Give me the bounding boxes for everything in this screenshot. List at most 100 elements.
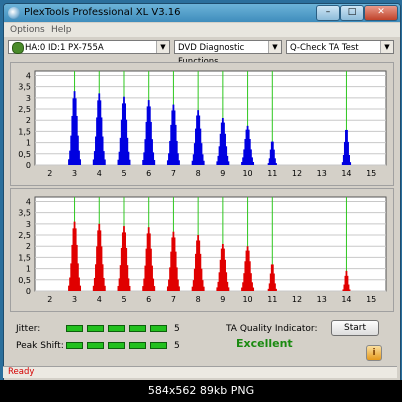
peak-shift-label: Peak Shift: — [16, 341, 64, 351]
histogram-bar — [227, 161, 230, 165]
histogram-bar — [275, 163, 277, 165]
x-tick-label: 15 — [366, 169, 376, 178]
histogram-bar — [348, 289, 351, 291]
y-tick-label: 0,5 — [18, 276, 31, 285]
maximize-button[interactable]: □ — [340, 5, 364, 21]
jitter-histogram-lower: 0 0,5 1 1,5 2 2,5 3 3,5 4 2 3 4 5 6 7 8 9 10 11 12 13 14 15 — [10, 188, 394, 312]
jitter-histogram-upper: 0 0,5 1 1,5 2 2,5 3 3,5 4 2 3 4 5 6 7 8 9 10 11 12 13 14 15 — [10, 62, 394, 186]
app-window: PlexTools Professional XL V3.16 – □ ✕ Op… — [3, 3, 401, 381]
y-tick-label: 2,5 — [18, 105, 31, 114]
x-tick-label: 13 — [317, 169, 327, 178]
function-select[interactable]: DVD Diagnostic Functions ▼ — [174, 40, 282, 67]
histogram-bar — [252, 161, 255, 165]
meter-segment — [87, 342, 104, 349]
status-text: Ready — [8, 367, 35, 377]
drive-icon — [12, 42, 24, 54]
histogram-bar — [275, 288, 277, 291]
meter-segment — [129, 325, 146, 332]
drive-select-value: HA:0 ID:1 PX-755A — [25, 43, 104, 53]
x-tick-label: 6 — [146, 295, 151, 304]
x-tick-label: 5 — [121, 295, 126, 304]
histogram-bar — [153, 159, 156, 165]
image-caption: 584x562 89kb PNG — [0, 380, 402, 402]
test-select[interactable]: Q-Check TA Test ▼ — [286, 40, 394, 54]
chevron-down-icon: ▼ — [380, 41, 393, 53]
meter-segment — [108, 342, 125, 349]
plot-area — [34, 70, 387, 166]
peak-shift-value: 5 — [174, 341, 180, 351]
x-tick-label: 10 — [242, 169, 252, 178]
x-tick-label: 11 — [267, 295, 277, 304]
y-tick-label: 0 — [26, 161, 31, 170]
histogram-bar — [79, 285, 82, 291]
minimize-button[interactable]: – — [316, 5, 340, 21]
chevron-down-icon: ▼ — [268, 41, 281, 53]
x-tick-label: 2 — [47, 169, 52, 178]
x-tick-label: 10 — [242, 295, 252, 304]
meter-segment — [66, 325, 83, 332]
info-icon[interactable]: i — [366, 345, 382, 361]
window-title: PlexTools Professional XL V3.16 — [24, 7, 181, 18]
y-tick-label: 3 — [26, 220, 31, 229]
peak-shift-meter — [66, 342, 171, 349]
histogram-bar — [103, 285, 106, 291]
x-tick-label: 13 — [317, 295, 327, 304]
x-tick-label: 8 — [196, 295, 201, 304]
x-tick-label: 12 — [292, 295, 302, 304]
histogram-bar — [128, 285, 131, 291]
histogram-bar — [252, 287, 255, 291]
meter-segment — [66, 342, 83, 349]
menu-bar: Options Help — [4, 23, 400, 37]
y-tick-label: 3 — [26, 94, 31, 103]
histogram-bar — [178, 286, 180, 291]
x-tick-label: 11 — [267, 169, 277, 178]
y-tick-label: 4 — [26, 197, 31, 206]
y-tick-label: 2 — [26, 116, 31, 125]
y-tick-label: 4 — [26, 71, 31, 80]
y-tick-label: 1 — [26, 265, 31, 274]
meter-segment — [150, 325, 167, 332]
close-button[interactable]: ✕ — [364, 5, 398, 21]
x-tick-label: 3 — [72, 295, 77, 304]
test-select-value: Q-Check TA Test — [290, 43, 359, 53]
histogram-bar — [128, 159, 131, 165]
jitter-value: 5 — [174, 324, 180, 334]
histogram-bar — [349, 162, 352, 165]
x-tick-label: 14 — [341, 169, 351, 178]
meter-segment — [150, 342, 167, 349]
histogram-bar — [178, 160, 180, 165]
app-icon — [8, 7, 20, 19]
histogram-bar — [202, 286, 205, 291]
chevron-down-icon: ▼ — [156, 41, 169, 53]
meter-segment — [87, 325, 104, 332]
start-button[interactable]: Start — [331, 320, 379, 336]
x-tick-label: 4 — [97, 169, 102, 178]
x-tick-label: 14 — [341, 295, 351, 304]
chart-upper-svg: 0 0,5 1 1,5 2 2,5 3 3,5 4 2 3 4 5 6 7 8 9 10 11 12 13 14 15 — [18, 70, 387, 178]
histogram-bar — [103, 159, 106, 165]
x-tick-label: 6 — [146, 169, 151, 178]
ta-quality-result: Excellent — [236, 337, 293, 350]
menu-help[interactable]: Help — [51, 25, 72, 35]
x-tick-label: 8 — [196, 169, 201, 178]
y-tick-label: 1 — [26, 139, 31, 148]
meter-segment — [129, 342, 146, 349]
x-tick-label: 3 — [72, 169, 77, 178]
x-tick-label: 7 — [171, 295, 176, 304]
title-bar[interactable]: PlexTools Professional XL V3.16 – □ ✕ — [4, 4, 400, 22]
x-tick-label: 5 — [121, 169, 126, 178]
status-bar: Ready — [3, 366, 397, 378]
y-tick-label: 0 — [26, 287, 31, 296]
y-tick-label: 3,5 — [18, 209, 31, 218]
x-tick-label: 4 — [97, 295, 102, 304]
x-tick-label: 9 — [220, 169, 225, 178]
drive-select[interactable]: HA:0 ID:1 PX-755A ▼ — [8, 40, 170, 54]
y-tick-label: 2 — [26, 242, 31, 251]
plot-area — [34, 196, 387, 292]
menu-options[interactable]: Options — [10, 25, 45, 35]
ta-quality-label: TA Quality Indicator: — [226, 324, 318, 334]
histogram-bar — [79, 159, 82, 165]
y-tick-label: 1,5 — [18, 253, 31, 262]
y-tick-label: 1,5 — [18, 127, 31, 136]
jitter-meter — [66, 325, 171, 332]
